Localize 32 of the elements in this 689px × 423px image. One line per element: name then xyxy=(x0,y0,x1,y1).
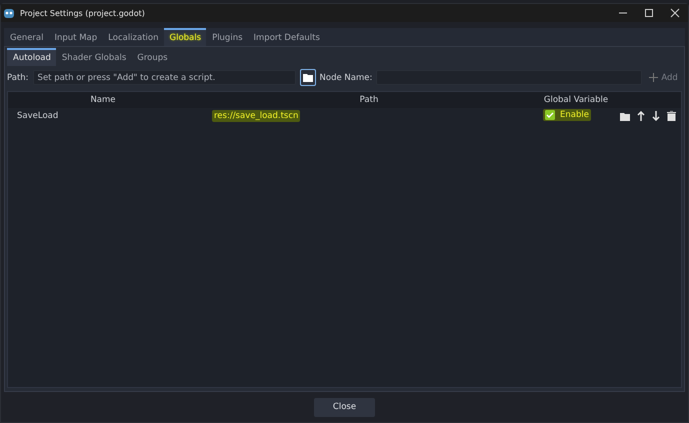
path-label: Path: xyxy=(7,72,29,82)
enable-checkbox[interactable]: Enable xyxy=(543,109,591,121)
path-field[interactable]: Set path or press "Add" to create a script. xyxy=(32,70,296,85)
delete-icon[interactable] xyxy=(667,111,676,121)
maximize-icon[interactable] xyxy=(644,8,654,18)
move-down-icon[interactable] xyxy=(652,111,660,121)
settings-tab[interactable]: Import Defaults xyxy=(248,28,325,46)
checkbox-icon xyxy=(545,110,555,120)
settings-tab[interactable]: Globals xyxy=(164,28,206,46)
table-cell: res://save_load.tscn xyxy=(212,110,300,122)
add-button[interactable]: Add xyxy=(646,72,681,82)
folder-button[interactable] xyxy=(300,69,316,86)
column-header: Name xyxy=(89,95,117,105)
subtab[interactable]: Groups xyxy=(131,48,173,66)
settings-tab[interactable]: Plugins xyxy=(206,28,248,46)
settings-tab[interactable]: General xyxy=(4,28,48,46)
subtab[interactable]: Autoload xyxy=(7,48,56,66)
plus-icon xyxy=(649,73,658,82)
close-button[interactable]: Close xyxy=(314,398,375,416)
window-title: Project Settings (project.godot) xyxy=(20,8,145,18)
app-icon xyxy=(3,7,15,19)
column-header: Path xyxy=(358,95,380,105)
folder-icon xyxy=(302,73,313,82)
settings-tab[interactable]: Localization xyxy=(102,28,164,46)
node-name-label: Node Name: xyxy=(320,72,372,82)
folder-icon[interactable] xyxy=(620,112,630,120)
move-up-icon[interactable] xyxy=(637,111,645,121)
close-icon[interactable] xyxy=(670,8,680,18)
column-header: Global Variable xyxy=(542,95,610,105)
table-cell-text: SaveLoad xyxy=(16,111,60,121)
settings-tab[interactable]: Input Map xyxy=(48,28,102,46)
subtab[interactable]: Shader Globals xyxy=(56,48,132,66)
